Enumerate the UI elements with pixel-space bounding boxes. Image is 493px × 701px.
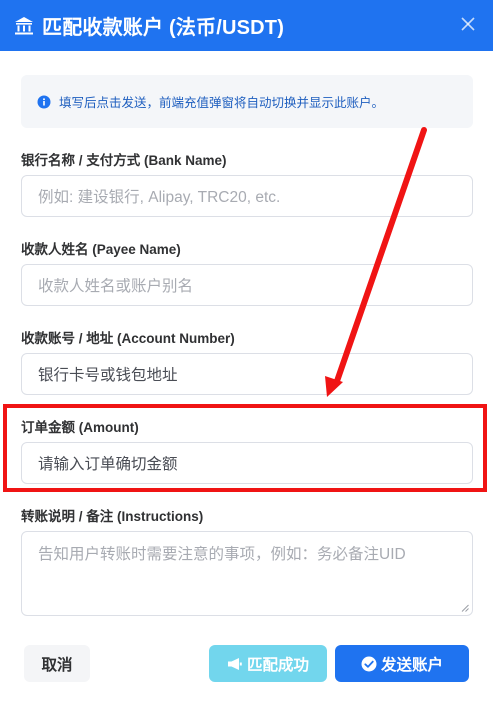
bank-name-input[interactable]: 例如: 建设银行, Alipay, TRC20, etc.: [21, 175, 473, 217]
megaphone-icon: [227, 657, 242, 670]
instructions-placeholder: 告知用户转账时需要注意的事项，例如：务必备注UID: [38, 546, 406, 563]
payee-name-placeholder: 收款人姓名或账户别名: [38, 278, 194, 295]
close-icon: [461, 17, 475, 31]
bank-name-placeholder: 例如: 建设银行, Alipay, TRC20, etc.: [38, 189, 281, 206]
send-account-button[interactable]: 发送账户: [335, 645, 469, 682]
bank-icon: [15, 16, 33, 34]
payee-name-label: 收款人姓名 (Payee Name): [21, 242, 181, 257]
notice-text: 填写后点击发送，前端充值弹窗将自动切换并显示此账户。: [59, 96, 385, 110]
bank-name-label: 银行名称 / 支付方式 (Bank Name): [21, 153, 227, 168]
info-icon: [37, 95, 51, 108]
resize-grip-icon[interactable]: [461, 604, 469, 612]
match-success-label: 匹配成功: [246, 656, 309, 674]
account-number-placeholder: 银行卡号或钱包地址: [38, 367, 178, 384]
dialog-header: 匹配收款账户 (法币/USDT): [0, 0, 493, 51]
dialog-title: 匹配收款账户 (法币/USDT): [42, 17, 285, 39]
info-notice: 填写后点击发送，前端充值弹窗将自动切换并显示此账户。: [21, 75, 473, 128]
match-success-button[interactable]: 匹配成功: [209, 645, 327, 682]
instructions-textarea[interactable]: 告知用户转账时需要注意的事项，例如：务必备注UID: [21, 531, 473, 616]
account-number-input[interactable]: 银行卡号或钱包地址: [21, 353, 473, 395]
cancel-button-label: 取消: [41, 656, 73, 674]
account-number-label: 收款账号 / 地址 (Account Number): [21, 331, 235, 346]
close-button[interactable]: [453, 9, 483, 39]
send-account-label: 发送账户: [380, 656, 443, 674]
check-circle-icon: [361, 656, 377, 671]
amount-highlight-box: [3, 404, 487, 492]
instructions-label: 转账说明 / 备注 (Instructions): [21, 509, 204, 524]
cancel-button[interactable]: 取消: [24, 645, 90, 682]
payee-name-input[interactable]: 收款人姓名或账户别名: [21, 264, 473, 306]
